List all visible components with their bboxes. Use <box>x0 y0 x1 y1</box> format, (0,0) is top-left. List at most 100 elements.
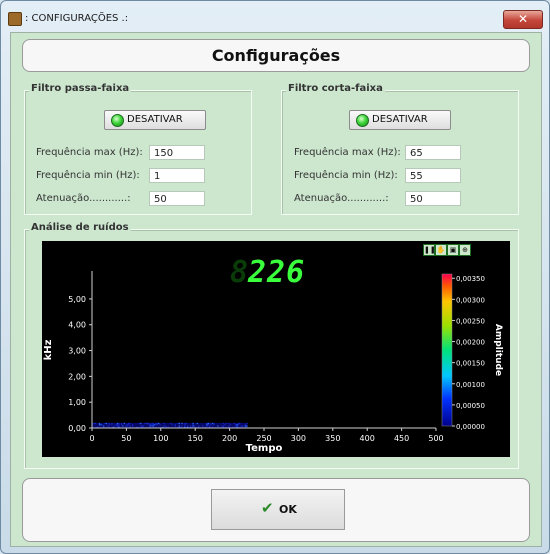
heatmap-cell <box>221 424 223 426</box>
heatmap-cell <box>185 424 188 426</box>
heatmap-cell <box>152 422 155 425</box>
heatmap-cell <box>162 422 164 425</box>
heatmap-cell <box>115 422 117 425</box>
heatmap-cell <box>122 425 124 427</box>
heatmap-cell <box>125 425 127 427</box>
bandstop-toggle-button[interactable]: DESATIVAR <box>349 110 451 130</box>
heatmap-cell <box>94 425 97 427</box>
heatmap-cell <box>160 425 163 427</box>
heatmap-cell <box>107 424 109 426</box>
heatmap-cell <box>141 422 144 425</box>
bandstop-max-input[interactable]: 65 <box>405 145 461 160</box>
heatmap-cell <box>240 425 243 427</box>
heatmap-cell <box>182 425 185 427</box>
bandpass-toggle-button[interactable]: DESATIVAR <box>104 110 206 130</box>
heatmap-cell <box>100 425 102 427</box>
heatmap-cell <box>142 425 145 427</box>
bandstop-min-input[interactable]: 55 <box>405 168 461 183</box>
heatmap-cell <box>98 425 101 427</box>
bandstop-legend: Filtro corta-faixa <box>286 83 385 94</box>
heatmap-cell <box>148 422 150 425</box>
heatmap-cell <box>141 424 144 426</box>
heatmap-cell <box>177 424 179 426</box>
bandpass-attenuation-input[interactable]: 50 <box>149 191 205 206</box>
heatmap-cell <box>147 425 149 427</box>
bandpass-max-input[interactable]: 150 <box>149 145 205 160</box>
heatmap-cell <box>197 424 200 426</box>
heatmap-cell <box>155 425 157 427</box>
heatmap-cell <box>116 425 119 427</box>
heatmap-cell <box>244 425 247 427</box>
heatmap-cell <box>215 425 218 427</box>
heatmap-cell <box>98 424 101 426</box>
bandpass-min-input[interactable]: 1 <box>149 168 205 183</box>
heatmap-cell <box>129 425 131 427</box>
heatmap-cell <box>125 422 127 425</box>
heatmap-cell <box>97 424 100 426</box>
heatmap-cell <box>181 424 183 426</box>
colorbar-tick-label: 0,00150 <box>456 360 485 368</box>
heatmap-cell <box>103 424 105 426</box>
heatmap-cell <box>127 425 130 427</box>
heatmap-cell <box>160 424 163 426</box>
heatmap-cell <box>237 424 240 426</box>
heatmap-cell <box>141 425 144 427</box>
heatmap-cell <box>142 424 145 426</box>
noise-spectrogram[interactable]: ❚❚ ✋ ▣ ⊕ 8 226 0 50 100 150 200 250 300 … <box>42 241 510 457</box>
heatmap-cell <box>108 424 111 426</box>
heatmap-cell <box>217 424 219 426</box>
heatmap-cell <box>151 425 153 427</box>
heatmap-cell <box>173 422 175 425</box>
heatmap-cell <box>107 422 109 425</box>
heatmap-cell <box>126 422 128 425</box>
ok-label: OK <box>279 503 297 516</box>
heatmap-cell <box>214 425 216 427</box>
colorbar-tick-label: 0,00250 <box>456 317 485 325</box>
close-button[interactable]: ✕ <box>503 10 543 29</box>
heatmap-cell <box>178 422 181 425</box>
heatmap-cell <box>147 422 149 425</box>
heatmap-cell <box>104 425 106 427</box>
heatmap-cell <box>171 425 174 427</box>
heatmap-cell <box>199 425 201 427</box>
heatmap-cell <box>233 422 236 425</box>
bandstop-attenuation-input[interactable]: 50 <box>405 191 461 206</box>
heatmap-cell <box>189 424 192 426</box>
heatmap-cell <box>144 424 146 426</box>
heatmap-cell <box>145 424 148 426</box>
y-tick-label: 3,00 <box>68 347 86 356</box>
heatmap-cell <box>131 424 134 426</box>
heatmap-cell <box>169 422 171 425</box>
heatmap-cell <box>159 424 161 426</box>
heatmap-cell <box>98 422 101 425</box>
heatmap-cell <box>164 424 167 426</box>
heatmap-cell <box>131 422 134 425</box>
heatmap-cell <box>108 422 111 425</box>
heatmap-cell <box>175 425 178 427</box>
heatmap-cell <box>120 424 123 426</box>
y-tick-label: 2,00 <box>68 372 86 381</box>
heatmap-cell <box>240 424 243 426</box>
heatmap-cell <box>120 422 123 425</box>
heatmap-cell <box>235 422 237 425</box>
bandstop-group: Filtro corta-faixa DESATIVAR Frequência … <box>281 83 519 215</box>
heatmap-cell <box>173 424 175 426</box>
heatmap-cell <box>130 422 133 425</box>
heatmap-cell <box>119 424 122 426</box>
heatmap-cell <box>129 422 131 425</box>
heatmap-cell <box>170 424 172 426</box>
heatmap-cell <box>166 425 168 427</box>
heatmap-cell <box>225 424 227 426</box>
title-bar[interactable]: : CONFIGURAÇÕES .: ✕ <box>1 1 549 31</box>
heatmap-cell <box>241 424 244 426</box>
heatmap-cell <box>167 425 170 427</box>
bandstop-attenuation-label: Atenuação............: <box>294 193 389 204</box>
ok-button[interactable]: ✔ OK <box>211 489 345 530</box>
x-tick-label: 500 <box>428 434 443 443</box>
heatmap-cell <box>180 425 182 427</box>
colorbar-tick-label: 0,00000 <box>456 423 485 431</box>
heatmap-cell <box>138 425 141 427</box>
frame-counter-readout: 226 <box>247 255 305 290</box>
heatmap-cell <box>208 424 211 426</box>
heatmap-cell <box>160 422 163 425</box>
